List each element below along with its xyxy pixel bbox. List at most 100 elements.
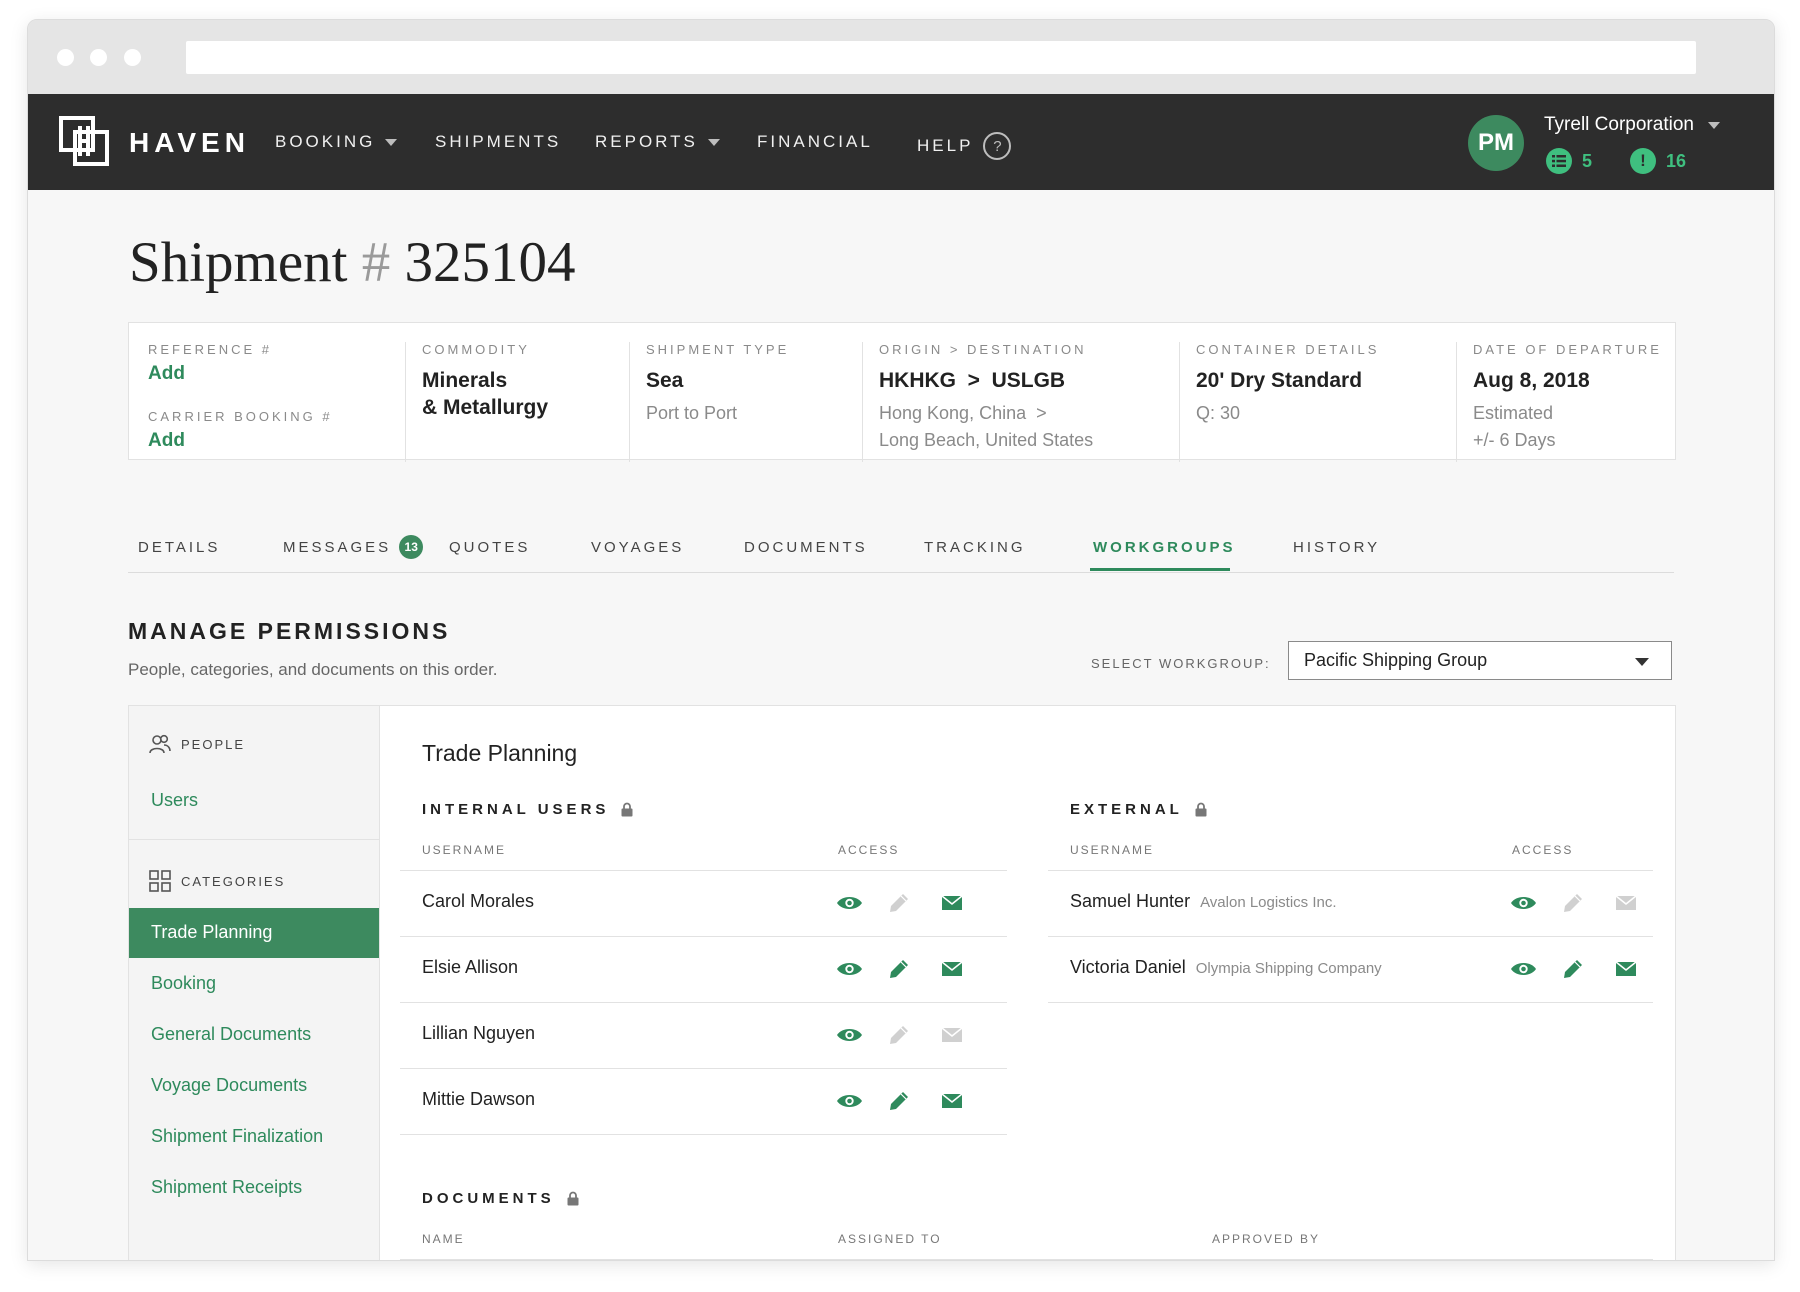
column-header-access: ACCESS — [838, 843, 900, 857]
sidebar-item-shipment-finalization[interactable]: Shipment Finalization — [151, 1126, 323, 1147]
table-row: Lillian Nguyen — [422, 1023, 535, 1044]
nav-help[interactable]: HELP ? — [917, 132, 1012, 160]
browser-chrome — [28, 20, 1774, 94]
row-divider — [400, 1068, 1007, 1069]
username: Samuel Hunter — [1070, 891, 1191, 911]
alert-count[interactable]: 16 — [1666, 151, 1686, 172]
table-row: Elsie Allison — [422, 957, 518, 978]
list-count[interactable]: 5 — [1582, 151, 1592, 172]
row-divider — [400, 1134, 1007, 1135]
route-value: HKHKG > USLGB — [879, 369, 1066, 392]
pencil-icon[interactable] — [1559, 959, 1586, 979]
eye-icon[interactable] — [836, 1091, 863, 1111]
workgroup-select[interactable]: Pacific Shipping Group — [1288, 641, 1672, 680]
tab-quotes[interactable]: QUOTES — [449, 530, 530, 564]
route-sub-destination: Long Beach, United States — [879, 430, 1094, 450]
window-close-dot[interactable] — [57, 49, 74, 66]
shipment-type-sub: Port to Port — [646, 403, 738, 423]
nav-booking[interactable]: BOOKING — [275, 132, 398, 152]
list-icon[interactable] — [1546, 148, 1572, 174]
envelope-icon[interactable] — [938, 1091, 965, 1111]
internal-users-heading: INTERNAL USERS — [422, 801, 633, 818]
alert-icon[interactable]: ! — [1630, 148, 1657, 174]
nav-shipments[interactable]: SHIPMENTS — [435, 132, 561, 152]
envelope-icon[interactable] — [938, 1025, 965, 1045]
column-header-name: NAME — [422, 1232, 465, 1246]
table-divider — [400, 1259, 1653, 1260]
tab-workgroups[interactable]: WORKGROUPS — [1093, 530, 1236, 564]
tab-details[interactable]: DETAILS — [138, 530, 220, 564]
tab-history[interactable]: HISTORY — [1293, 530, 1380, 564]
page-title: Shipment # 325104 — [129, 230, 576, 295]
tab-tracking-label: TRACKING — [924, 538, 1026, 556]
departure-estimated: Estimated — [1473, 403, 1554, 423]
sidebar-item-trade-planning[interactable]: Trade Planning — [129, 908, 379, 958]
section-subtitle: People, categories, and documents on thi… — [128, 660, 498, 679]
add-reference-link[interactable]: Add — [148, 363, 333, 385]
pencil-icon[interactable] — [1559, 893, 1586, 913]
sidebar-item-voyage-documents[interactable]: Voyage Documents — [151, 1075, 307, 1096]
organization-switcher[interactable]: Tyrell Corporation — [1544, 114, 1720, 136]
tab-history-label: HISTORY — [1293, 538, 1381, 556]
tab-voyages[interactable]: VOYAGES — [591, 530, 684, 564]
nav-help-label: HELP — [917, 136, 974, 155]
sidebar-item-shipment-receipts[interactable]: Shipment Receipts — [151, 1177, 302, 1198]
envelope-icon[interactable] — [938, 959, 965, 979]
nav-shipments-label: SHIPMENTS — [435, 132, 562, 151]
tab-messages[interactable]: MESSAGES 13 — [283, 530, 424, 564]
sidebar-item-general-documents[interactable]: General Documents — [151, 1024, 311, 1045]
container-column: CONTAINER DETAILS 20' Dry Standard Q: 30 — [1196, 342, 1379, 427]
address-bar[interactable] — [186, 41, 1696, 74]
container-quantity: Q: 30 — [1196, 403, 1241, 423]
divider — [1179, 342, 1180, 462]
nav-financial[interactable]: FINANCIAL — [757, 132, 873, 152]
envelope-icon[interactable] — [938, 893, 965, 913]
column-header-assigned-to: ASSIGNED TO — [838, 1232, 942, 1246]
column-header-access: ACCESS — [1512, 843, 1574, 857]
help-icon: ? — [983, 132, 1012, 160]
envelope-icon[interactable] — [1612, 959, 1639, 979]
shipment-type-label: SHIPMENT TYPE — [646, 342, 790, 357]
page-title-prefix: Shipment — [129, 231, 348, 294]
pencil-icon[interactable] — [885, 1025, 912, 1045]
row-divider — [1048, 870, 1653, 871]
eye-icon[interactable] — [836, 1025, 863, 1045]
eye-icon[interactable] — [836, 959, 863, 979]
pencil-icon[interactable] — [885, 1091, 912, 1111]
window-minimize-dot[interactable] — [90, 49, 107, 66]
brand-name[interactable]: HAVEN — [129, 127, 250, 159]
lock-icon — [621, 802, 633, 817]
reference-label: REFERENCE # — [148, 342, 273, 357]
eye-icon[interactable] — [1510, 959, 1537, 979]
shipment-type-column: SHIPMENT TYPE Sea Port to Port — [646, 342, 789, 427]
permissions-panel: PEOPLE Users CATEGORIES Trade Planning B… — [128, 705, 1676, 1260]
tab-workgroups-label: WORKGROUPS — [1093, 538, 1236, 556]
shipment-type-value: Sea — [646, 369, 684, 392]
envelope-icon[interactable] — [1612, 893, 1639, 913]
pencil-icon[interactable] — [885, 959, 912, 979]
eye-icon[interactable] — [836, 893, 863, 913]
user-avatar[interactable]: PM — [1468, 115, 1524, 171]
active-tab-indicator — [1090, 568, 1230, 571]
people-icon — [149, 734, 171, 754]
row-divider — [400, 936, 1007, 937]
lock-icon — [1195, 802, 1207, 817]
tab-documents[interactable]: DOCUMENTS — [744, 530, 868, 564]
pencil-icon[interactable] — [885, 893, 912, 913]
eye-icon[interactable] — [1510, 893, 1537, 913]
chevron-down-icon — [707, 138, 720, 146]
divider — [862, 342, 863, 462]
external-users-heading-label: EXTERNAL — [1070, 801, 1183, 818]
add-carrier-booking-link[interactable]: Add — [148, 430, 333, 452]
page-title-hash: # — [361, 231, 391, 294]
haven-logo-icon[interactable] — [59, 116, 109, 166]
nav-reports[interactable]: REPORTS — [595, 132, 720, 152]
sidebar-item-booking[interactable]: Booking — [151, 973, 216, 994]
container-label: CONTAINER DETAILS — [1196, 342, 1380, 357]
username: Victoria Daniel — [1070, 957, 1186, 977]
tab-tracking[interactable]: TRACKING — [924, 530, 1026, 564]
commodity-column: COMMODITY Minerals & Metallurgy — [422, 342, 548, 421]
window-maximize-dot[interactable] — [124, 49, 141, 66]
sidebar-item-users[interactable]: Users — [151, 790, 198, 811]
workgroup-select-label: SELECT WORKGROUP: — [1091, 656, 1271, 671]
